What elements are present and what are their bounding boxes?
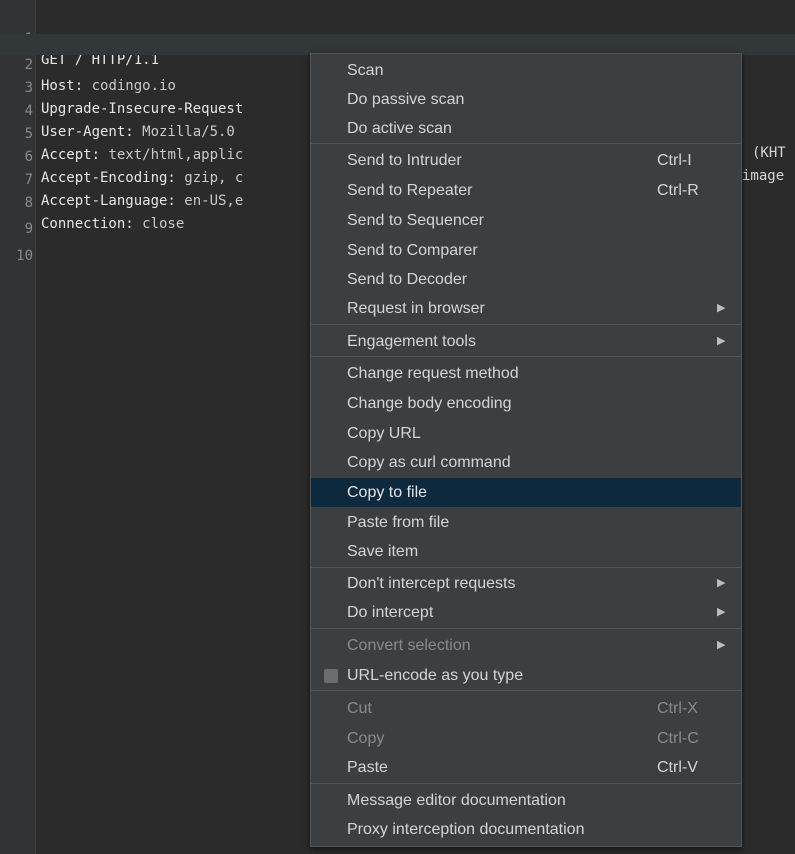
menu-item-send-to-decoder[interactable]: Send to Decoder xyxy=(311,265,741,294)
submenu-arrow-icon: ▶ xyxy=(717,577,726,589)
menu-item-do-intercept[interactable]: Do intercept ▶ xyxy=(311,598,741,627)
menu-item-passive-scan[interactable]: Do passive scan xyxy=(311,85,741,114)
submenu-arrow-icon: ▶ xyxy=(717,302,726,314)
shortcut-label: Ctrl-V xyxy=(657,759,698,776)
context-menu: Scan Do passive scan Do active scan Send… xyxy=(310,53,742,847)
shortcut-label: Ctrl-I xyxy=(657,152,692,169)
submenu-arrow-icon: ▶ xyxy=(717,335,726,347)
menu-item-engagement-tools[interactable]: Engagement tools ▶ xyxy=(311,327,741,356)
menu-item-send-to-repeater[interactable]: Send to Repeater Ctrl-R xyxy=(311,176,741,205)
shortcut-label: Ctrl-C xyxy=(657,730,699,747)
editor-line[interactable]: 1 GET / HTTP/1.1 xyxy=(0,8,795,68)
menu-item-dont-intercept[interactable]: Don't intercept requests ▶ xyxy=(311,569,741,598)
shortcut-label: Ctrl-X xyxy=(657,700,698,717)
submenu-arrow-icon: ▶ xyxy=(717,606,726,618)
menu-item-send-to-sequencer[interactable]: Send to Sequencer xyxy=(311,206,741,235)
menu-separator xyxy=(311,690,741,691)
menu-item-change-request-method[interactable]: Change request method xyxy=(311,359,741,388)
menu-separator xyxy=(311,143,741,144)
menu-item-scan[interactable]: Scan xyxy=(311,56,741,85)
menu-item-proxy-interception-docs[interactable]: Proxy interception documentation xyxy=(311,815,741,844)
menu-item-paste[interactable]: Paste Ctrl-V xyxy=(311,753,741,782)
line-number: 10 xyxy=(16,248,33,264)
menu-item-convert-selection[interactable]: Convert selection ▶ xyxy=(311,631,741,660)
menu-separator xyxy=(311,567,741,568)
menu-item-copy-as-curl[interactable]: Copy as curl command xyxy=(311,448,741,477)
menu-item-copy-to-file[interactable]: Copy to file xyxy=(311,478,741,507)
menu-item-copy-url[interactable]: Copy URL xyxy=(311,419,741,448)
menu-item-save-item[interactable]: Save item xyxy=(311,537,741,566)
menu-separator xyxy=(311,324,741,325)
menu-item-message-editor-docs[interactable]: Message editor documentation xyxy=(311,786,741,815)
menu-item-paste-from-file[interactable]: Paste from file xyxy=(311,508,741,537)
menu-item-copy[interactable]: Copy Ctrl-C xyxy=(311,724,741,753)
menu-separator xyxy=(311,628,741,629)
menu-item-active-scan[interactable]: Do active scan xyxy=(311,114,741,143)
menu-item-request-in-browser[interactable]: Request in browser ▶ xyxy=(311,294,741,323)
menu-separator xyxy=(311,356,741,357)
menu-item-cut[interactable]: Cut Ctrl-X xyxy=(311,694,741,723)
editor-line-highlighted[interactable]: 2 Host: codingo.io xyxy=(0,34,795,94)
menu-item-send-to-intruder[interactable]: Send to Intruder Ctrl-I xyxy=(311,146,741,175)
checkbox-icon[interactable] xyxy=(324,669,338,683)
submenu-arrow-icon: ▶ xyxy=(717,639,726,651)
menu-item-send-to-comparer[interactable]: Send to Comparer xyxy=(311,236,741,265)
menu-separator xyxy=(311,783,741,784)
shortcut-label: Ctrl-R xyxy=(657,182,699,199)
menu-item-change-body-encoding[interactable]: Change body encoding xyxy=(311,389,741,418)
menu-item-url-encode-toggle[interactable]: URL-encode as you type xyxy=(311,661,741,690)
